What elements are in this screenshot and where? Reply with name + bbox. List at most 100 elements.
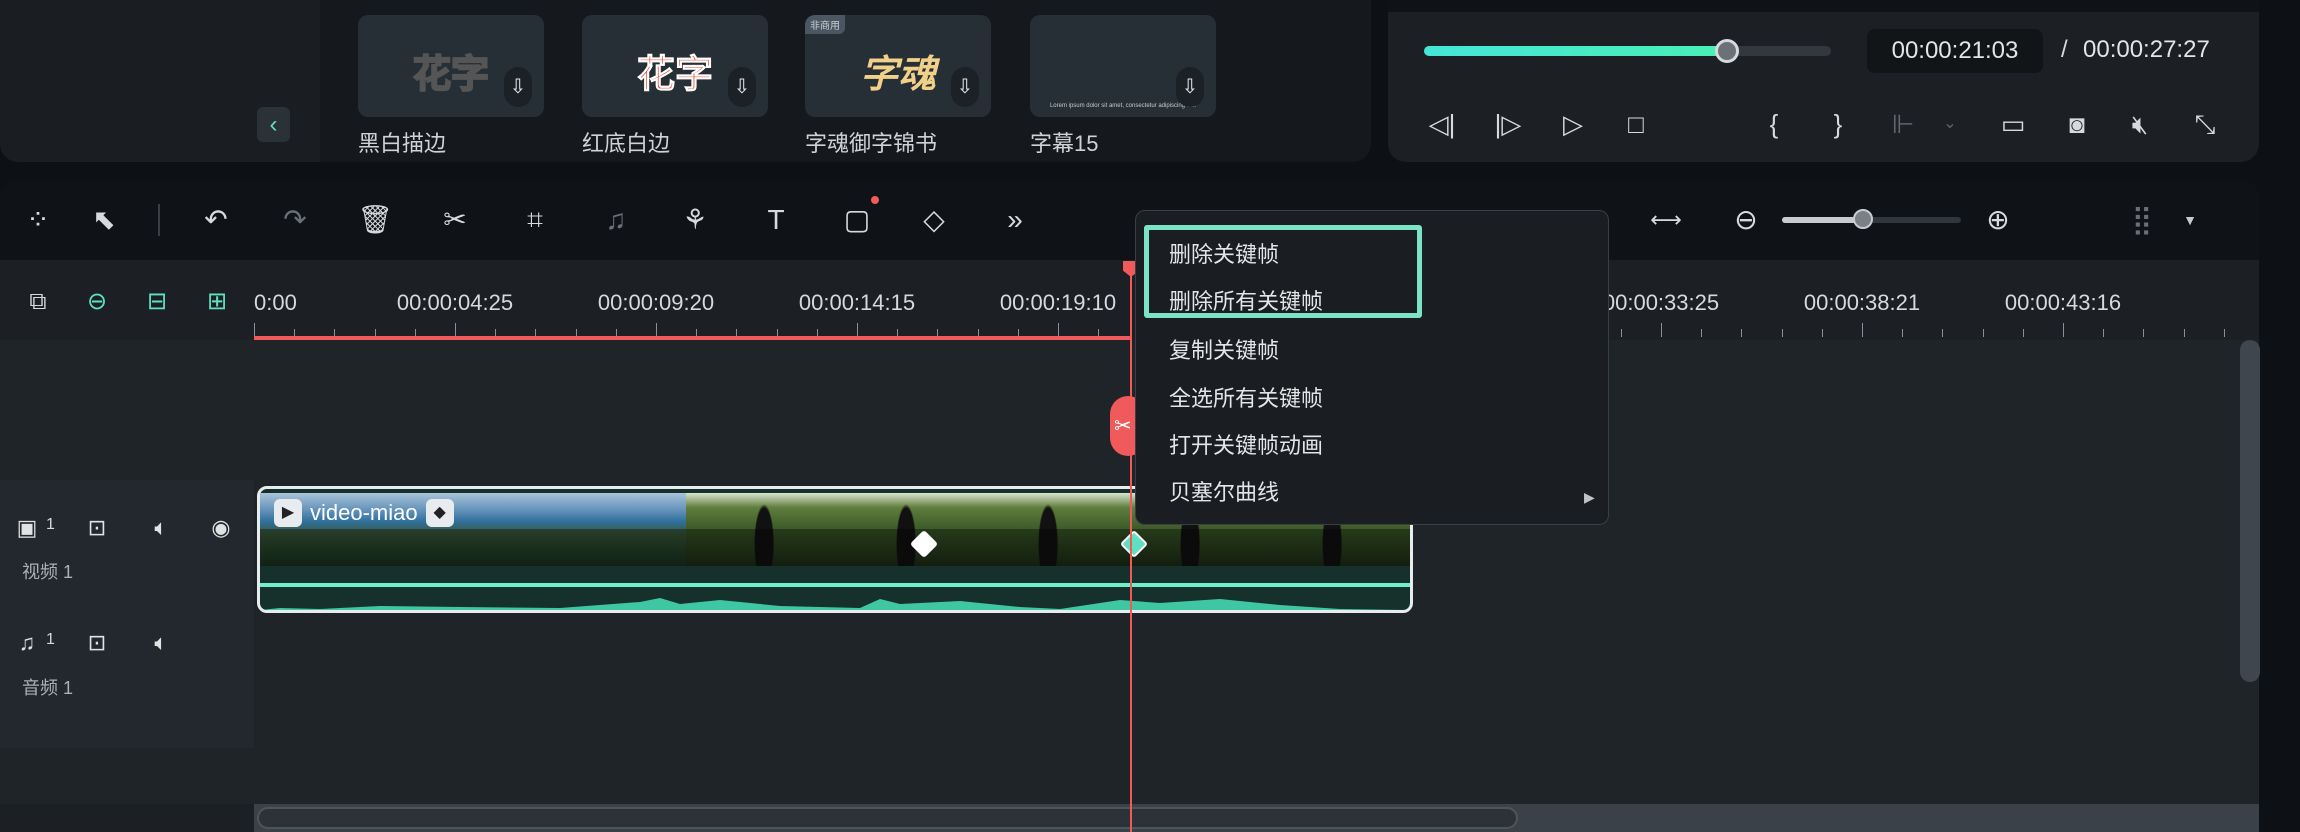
unlink-icon[interactable]: ⊟ [139,284,175,320]
ruler-tick [2103,329,2105,337]
stop-icon[interactable]: □ [1616,106,1656,142]
dropdown-arrow-icon[interactable]: ▼ [2168,200,2212,240]
menu-item-delete-all-keyframes[interactable]: 删除所有关键帧 [1169,284,1323,316]
zoom-knob[interactable] [1852,209,1873,229]
ruler-tick [1942,329,1944,337]
preset-label: 红底白边 [582,131,671,156]
volume-icon[interactable]: 🔈︎ [146,628,176,658]
delete-trash-icon[interactable]: 🗑︎ [353,200,397,240]
title-preset-card[interactable]: 非商用 字魂 ⇩ [805,15,991,117]
menu-item-bezier-curve[interactable]: 贝塞尔曲线 [1169,475,1279,507]
menu-item-select-all-keyframes[interactable]: 全选所有关键帧 [1169,381,1323,413]
snap-icon[interactable]: ⊞ [199,284,235,320]
playhead[interactable] [1130,261,1132,832]
chevron-down-icon[interactable]: ⌄ [1930,106,1970,142]
ruler-tick [857,323,858,337]
video-track-number: 1 [46,516,55,533]
ruler-tick [1620,329,1622,337]
ruler-tick [455,323,456,337]
play-icon[interactable]: ▷ [1553,106,1593,142]
video-track-icon: ▣ [16,515,38,540]
mute-icon[interactable]: 🔇︎ [2120,106,2160,142]
audio-note-icon[interactable]: ♫ [594,200,638,240]
ruler-tick [1701,329,1703,337]
zoom-fill [1782,217,1863,223]
fit-timeline-icon[interactable]: ⟷ [1644,200,1688,240]
playback-progress-slider[interactable] [1424,39,1831,63]
player-panel: 00:00:21:03 / 00:00:27:27 ◁| |▷ ▷ □ { } … [1388,0,2259,162]
layout-icon[interactable]: ⁘ [16,200,60,240]
submenu-arrow-icon: ▶ [1584,489,1595,505]
scissors-icon[interactable]: ✂ [433,200,477,240]
lock-icon[interactable]: ⊡ [82,513,112,543]
redo-icon[interactable]: ↷ [273,200,317,240]
menu-item-delete-keyframe[interactable]: 删除关键帧 [1169,237,1279,269]
non-commercial-badge: 非商用 [805,15,845,34]
total-time: 00:00:27:27 [2083,36,2210,63]
ruler-tick [2022,329,2024,337]
snapshot-camera-icon[interactable]: ◙ [2057,106,2097,142]
ruler-label: 00:00:43:16 [2004,290,2122,315]
ruler-label: 00:00:14:15 [798,290,916,315]
download-icon[interactable]: ⇩ [728,67,756,107]
menu-item-open-keyframe-animation[interactable]: 打开关键帧动画 [1169,428,1323,460]
text-icon[interactable]: T [754,200,798,240]
toolbar-divider [158,204,160,236]
insert-icon[interactable]: ⊩ [1883,106,1923,142]
ruler-label: 00:00:38:21 [1803,290,1921,315]
more-tools-icon[interactable]: » [993,200,1037,240]
crop-icon[interactable]: ⌗ [513,200,557,240]
ruler-label: 00:00:33:25 [1602,290,1720,315]
eye-icon[interactable]: ◉ [206,513,236,543]
progress-fill [1424,46,1727,56]
ruler-label: 00:00:04:25 [396,290,514,315]
color-icon[interactable]: ⚘ [673,200,717,240]
fullscreen-icon[interactable]: ⤡ [2185,106,2225,142]
ruler-tick [2143,329,2145,337]
ruler-tick [2223,329,2225,337]
mark-in-icon[interactable]: { [1754,106,1794,142]
mark-out-icon[interactable]: } [1818,106,1858,142]
preset-label: 字魂御字锦书 [805,131,938,156]
audio-waveform [260,598,1410,610]
track-layout-icon[interactable]: ⣿ [2120,200,2164,240]
horizontal-scrollbar[interactable] [257,807,1518,829]
select-pointer-icon[interactable]: ⬉ [82,200,126,240]
display-settings-icon[interactable]: ▭ [1993,106,2033,142]
add-track-icon[interactable]: ⧉ [20,284,56,320]
ruler-tick [656,323,657,337]
link-icon[interactable]: ⊖ [79,284,115,320]
menu-item-copy-keyframe[interactable]: 复制关键帧 [1169,333,1279,365]
keyframe-badge-icon[interactable]: ◆ [425,499,454,527]
undo-icon[interactable]: ↶ [194,200,238,240]
preview-area [1388,0,2259,12]
audio-track-number: 1 [46,631,55,648]
chevron-left-icon: ‹ [269,111,278,138]
prev-frame-icon[interactable]: ◁| [1422,106,1462,142]
collapse-back-button[interactable]: ‹ [257,107,290,142]
ruler-tick [1862,323,1863,337]
shape-icon[interactable]: ▢ [835,200,879,240]
next-frame-icon[interactable]: |▷ [1488,106,1528,142]
ruler-label: 00:00:19:10 [999,290,1117,315]
zoom-out-icon[interactable]: ⊖ [1724,200,1768,240]
timeline-zoom-slider[interactable] [1782,209,1961,229]
keyframe-icon[interactable]: ◇ [912,200,956,240]
vertical-scrollbar[interactable] [2240,340,2260,682]
progress-knob[interactable] [1714,39,1739,63]
ruler-tick [1741,329,1743,337]
lock-icon[interactable]: ⊡ [82,628,112,658]
title-preset-card[interactable]: Lorem ipsum dolor sit amet, consectetur … [1030,15,1216,117]
time-separator: / [2061,36,2068,63]
current-time[interactable]: 00:00:21:03 [1867,29,2043,73]
title-preset-card[interactable]: 花字 ⇩ [358,15,544,117]
volume-icon[interactable]: 🔈︎ [146,513,176,543]
title-preset-card[interactable]: 花字 ⇩ [582,15,768,117]
download-icon[interactable]: ⇩ [1176,67,1204,107]
video-clip-icon: ▶ [274,499,302,527]
download-icon[interactable]: ⇩ [951,67,979,107]
download-icon[interactable]: ⇩ [504,67,532,107]
audio-volume-line[interactable] [260,583,1410,587]
zoom-in-icon[interactable]: ⊕ [1976,200,2020,240]
keyframe-context-menu: 删除关键帧 删除所有关键帧 复制关键帧 全选所有关键帧 打开关键帧动画 贝塞尔曲… [1135,210,1609,525]
